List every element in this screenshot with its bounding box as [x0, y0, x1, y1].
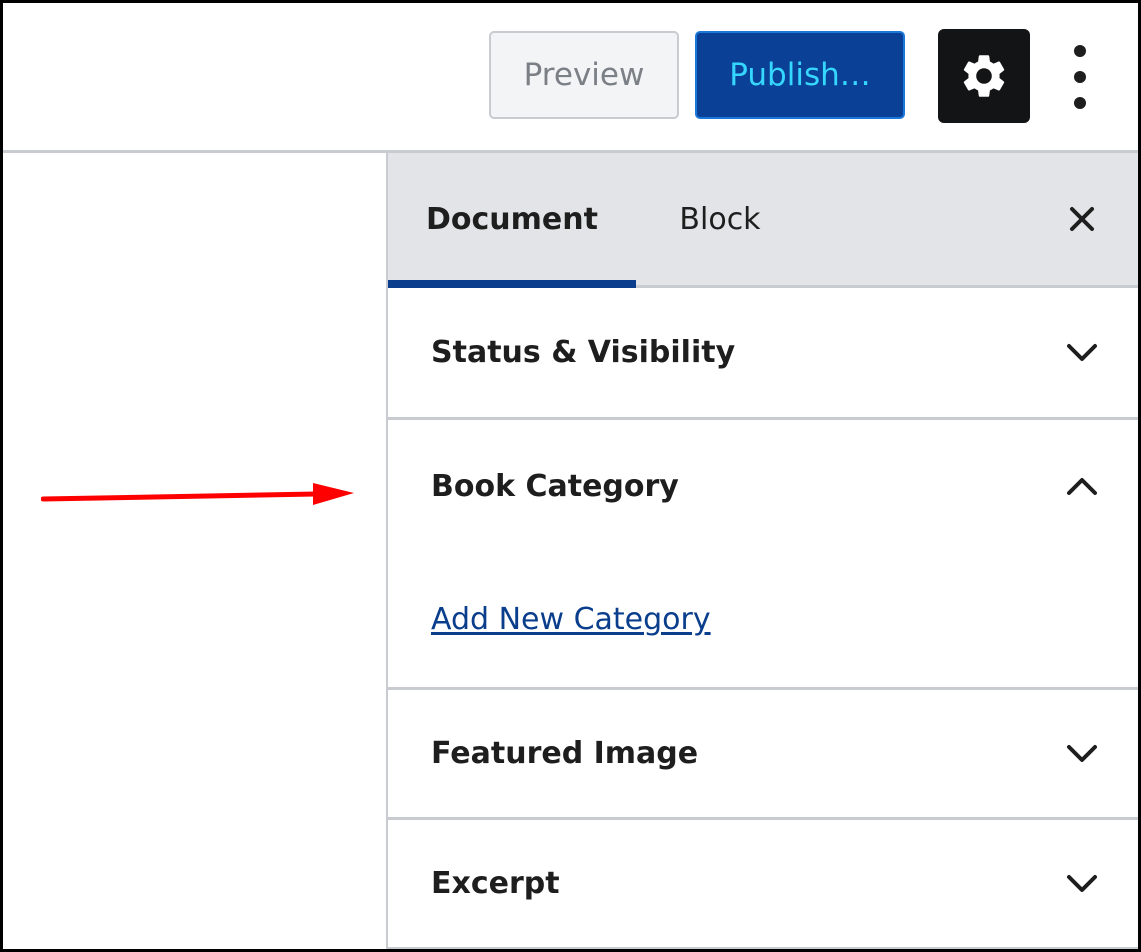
chevron-down-icon[interactable]	[1062, 864, 1102, 904]
settings-sidebar: Document Block Status & Visibility Book …	[386, 153, 1138, 949]
panel-header-excerpt[interactable]: Excerpt	[388, 820, 1138, 947]
more-options-button[interactable]	[1055, 31, 1105, 123]
chevron-down-icon[interactable]	[1062, 734, 1102, 774]
panel-status-visibility: Status & Visibility	[388, 288, 1138, 420]
sidebar-tabbar: Document Block	[388, 153, 1138, 288]
close-icon	[1070, 207, 1094, 231]
add-new-category-link[interactable]: Add New Category	[431, 602, 711, 637]
red-arrow-annotation	[41, 483, 354, 505]
top-toolbar: Preview Publish…	[3, 3, 1138, 153]
panel-title: Excerpt	[431, 866, 560, 901]
close-sidebar-button[interactable]	[1060, 197, 1104, 241]
chevron-down-icon[interactable]	[1062, 333, 1102, 373]
panel-featured-image: Featured Image	[388, 690, 1138, 820]
gear-icon	[963, 55, 1005, 97]
tab-block[interactable]: Block	[664, 153, 776, 285]
panel-header-featured-image[interactable]: Featured Image	[388, 690, 1138, 817]
panel-header-status-visibility[interactable]: Status & Visibility	[388, 288, 1138, 417]
editor-frame: Preview Publish… Document Block Status &…	[0, 0, 1141, 952]
settings-button[interactable]	[938, 29, 1030, 123]
kebab-menu-icon	[1074, 45, 1086, 109]
panel-title: Book Category	[431, 468, 679, 504]
preview-button[interactable]: Preview	[489, 31, 679, 119]
panel-header-book-category[interactable]: Book Category	[388, 420, 1138, 552]
panel-excerpt: Excerpt	[388, 820, 1138, 949]
panel-title: Status & Visibility	[431, 335, 736, 370]
panel-title: Featured Image	[431, 736, 699, 771]
publish-button[interactable]: Publish…	[695, 31, 905, 119]
panel-book-category: Book Category Add New Category	[388, 420, 1138, 690]
tab-document[interactable]: Document	[388, 153, 636, 288]
chevron-up-icon[interactable]	[1062, 466, 1102, 506]
